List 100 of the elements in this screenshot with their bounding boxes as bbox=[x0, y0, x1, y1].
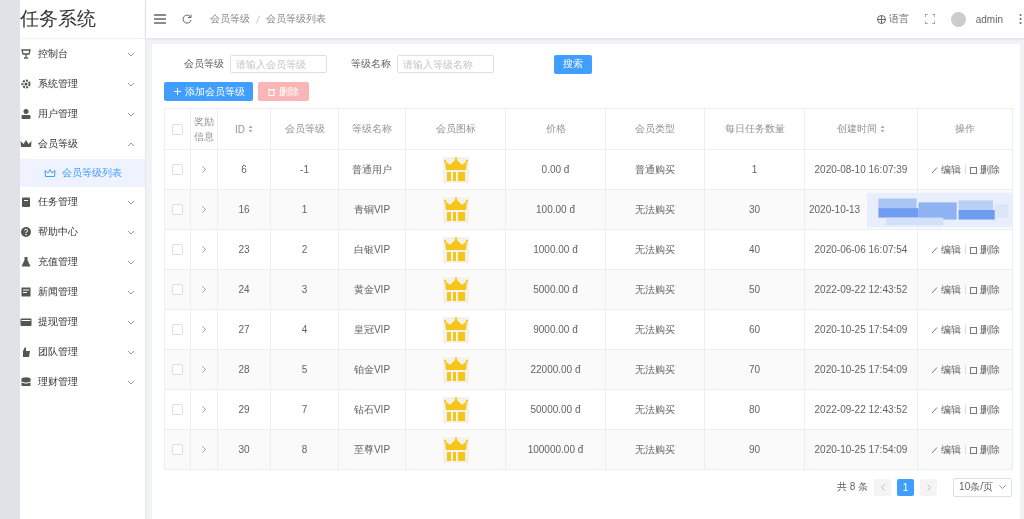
table-cell: 2020-10-25 17:54:09 bbox=[814, 364, 908, 375]
row-checkbox[interactable] bbox=[172, 324, 183, 335]
edit-link[interactable]: 编辑 bbox=[930, 242, 961, 257]
expand-chevron-icon bbox=[202, 446, 206, 453]
table-cell: 30 bbox=[238, 444, 250, 455]
trash-icon bbox=[969, 165, 977, 174]
avatar[interactable] bbox=[950, 11, 966, 27]
trash-icon bbox=[969, 445, 977, 454]
table-cell: 5000.00 đ bbox=[533, 284, 578, 295]
table-cell: 0.00 đ bbox=[541, 164, 570, 175]
vip-crown-icon bbox=[442, 276, 469, 303]
column-header: 会员图标 bbox=[435, 122, 476, 136]
row-checkbox[interactable] bbox=[172, 204, 183, 215]
table-cell: 1 bbox=[751, 164, 758, 175]
column-header: ID bbox=[235, 123, 245, 135]
sidebar-item[interactable]: 充值管理 bbox=[20, 247, 145, 277]
chevron-down-icon bbox=[127, 229, 135, 235]
table-cell: 22000.00 đ bbox=[530, 364, 581, 375]
row-checkbox[interactable] bbox=[172, 444, 183, 455]
delete-link[interactable]: 删除 bbox=[969, 162, 1000, 177]
table-cell: 4 bbox=[301, 324, 308, 335]
column-header: 奖励信息 bbox=[193, 115, 215, 144]
breadcrumb-item[interactable]: 会员等级 bbox=[210, 12, 250, 26]
language-menu[interactable]: 语言 bbox=[888, 12, 909, 26]
table-cell: 30 bbox=[748, 204, 761, 215]
flask-icon bbox=[20, 256, 32, 268]
table-cell: 2020-08-10 16:07:39 bbox=[814, 164, 908, 175]
column-header: 每日任务数量 bbox=[724, 122, 785, 136]
delete-link[interactable]: 删除 bbox=[969, 402, 1000, 417]
app-title: 任务系统 bbox=[20, 7, 96, 31]
delete-link[interactable]: 删除 bbox=[969, 282, 1000, 297]
chevron-right-icon bbox=[926, 483, 931, 491]
edit-link[interactable]: 编辑 bbox=[930, 402, 961, 417]
edit-link[interactable]: 编辑 bbox=[930, 442, 961, 457]
row-checkbox[interactable] bbox=[172, 164, 183, 175]
vip-crown-icon bbox=[442, 316, 469, 343]
next-page-button[interactable] bbox=[920, 478, 938, 496]
table-cell: 无法购买 bbox=[635, 402, 675, 417]
crown-icon bbox=[20, 138, 32, 150]
delete-link[interactable]: 删除 bbox=[969, 242, 1000, 257]
table-cell: 28 bbox=[238, 364, 250, 375]
table-cell: 50000.00 đ bbox=[530, 404, 581, 415]
page-size-select[interactable]: 10条/页 bbox=[953, 477, 1012, 497]
table-cell: 2020-10-25 17:54:09 bbox=[814, 444, 908, 455]
sidebar-item[interactable]: 提现管理 bbox=[20, 307, 145, 337]
vip-crown-icon bbox=[442, 436, 469, 463]
sidebar-item[interactable]: 帮助中心 bbox=[20, 217, 145, 247]
table-cell: 青铜VIP bbox=[353, 202, 391, 217]
select-all-checkbox[interactable] bbox=[172, 123, 183, 135]
expand-chevron-icon bbox=[202, 326, 206, 333]
chevron-down-icon bbox=[127, 259, 135, 265]
trash-icon bbox=[268, 87, 275, 96]
sidebar-item[interactable]: 团队管理 bbox=[20, 337, 145, 367]
table-cell: 普通购买 bbox=[635, 162, 675, 177]
total-count: 共 8 条 bbox=[836, 480, 869, 494]
sidebar-item[interactable]: 新闻管理 bbox=[20, 277, 145, 307]
vip-crown-icon bbox=[442, 156, 469, 183]
sidebar-item[interactable]: 控制台 bbox=[20, 39, 145, 69]
row-checkbox[interactable] bbox=[172, 364, 183, 375]
breadcrumb-item[interactable]: 会员等级列表 bbox=[266, 12, 326, 26]
table-cell: 无法购买 bbox=[635, 242, 675, 257]
table-cell: 60 bbox=[748, 324, 761, 335]
edit-link[interactable]: 编辑 bbox=[930, 362, 961, 377]
sidebar-item[interactable]: 理财管理 bbox=[20, 367, 145, 397]
table-cell: 无法购买 bbox=[635, 442, 675, 457]
pencil-icon bbox=[930, 365, 938, 374]
table-cell: 27 bbox=[238, 324, 250, 335]
trash-icon bbox=[969, 365, 977, 374]
chevron-left-icon bbox=[880, 483, 885, 491]
table-cell: 钻石VIP bbox=[353, 402, 391, 417]
sidebar-item[interactable]: 任务管理 bbox=[20, 187, 145, 217]
delete-link[interactable]: 删除 bbox=[969, 322, 1000, 337]
prev-page-button[interactable] bbox=[874, 478, 892, 496]
chevron-down-icon bbox=[127, 289, 135, 295]
edit-link[interactable]: 编辑 bbox=[930, 282, 961, 297]
crown-outline-icon bbox=[44, 168, 56, 178]
table-cell: 6 bbox=[241, 164, 247, 175]
column-header: 等级名称 bbox=[352, 122, 392, 136]
table-cell: 铂金VIP bbox=[353, 362, 391, 377]
table-cell: 7 bbox=[301, 404, 308, 415]
table-cell: 2020-10-13 bbox=[809, 204, 861, 215]
pencil-icon bbox=[930, 245, 938, 254]
delete-link[interactable]: 删除 bbox=[969, 442, 1000, 457]
expand-chevron-icon bbox=[202, 366, 206, 373]
sidebar-item[interactable]: 系统管理 bbox=[20, 69, 145, 99]
sidebar-item[interactable]: 用户管理 bbox=[20, 99, 145, 129]
row-checkbox[interactable] bbox=[172, 284, 183, 295]
sidebar-item[interactable]: 会员等级 bbox=[20, 129, 145, 159]
chevron-up-icon bbox=[127, 141, 135, 147]
edit-link[interactable]: 编辑 bbox=[930, 322, 961, 337]
username[interactable]: admin bbox=[975, 13, 1003, 25]
delete-link[interactable]: 删除 bbox=[969, 362, 1000, 377]
table-cell: 90 bbox=[748, 444, 761, 455]
pencil-icon bbox=[930, 325, 938, 334]
row-checkbox[interactable] bbox=[172, 244, 183, 255]
table-cell: 1000.00 đ bbox=[533, 244, 578, 255]
row-checkbox[interactable] bbox=[172, 404, 183, 415]
edit-link[interactable]: 编辑 bbox=[930, 162, 961, 177]
table-cell: -1 bbox=[300, 164, 309, 175]
user-icon bbox=[20, 108, 32, 120]
